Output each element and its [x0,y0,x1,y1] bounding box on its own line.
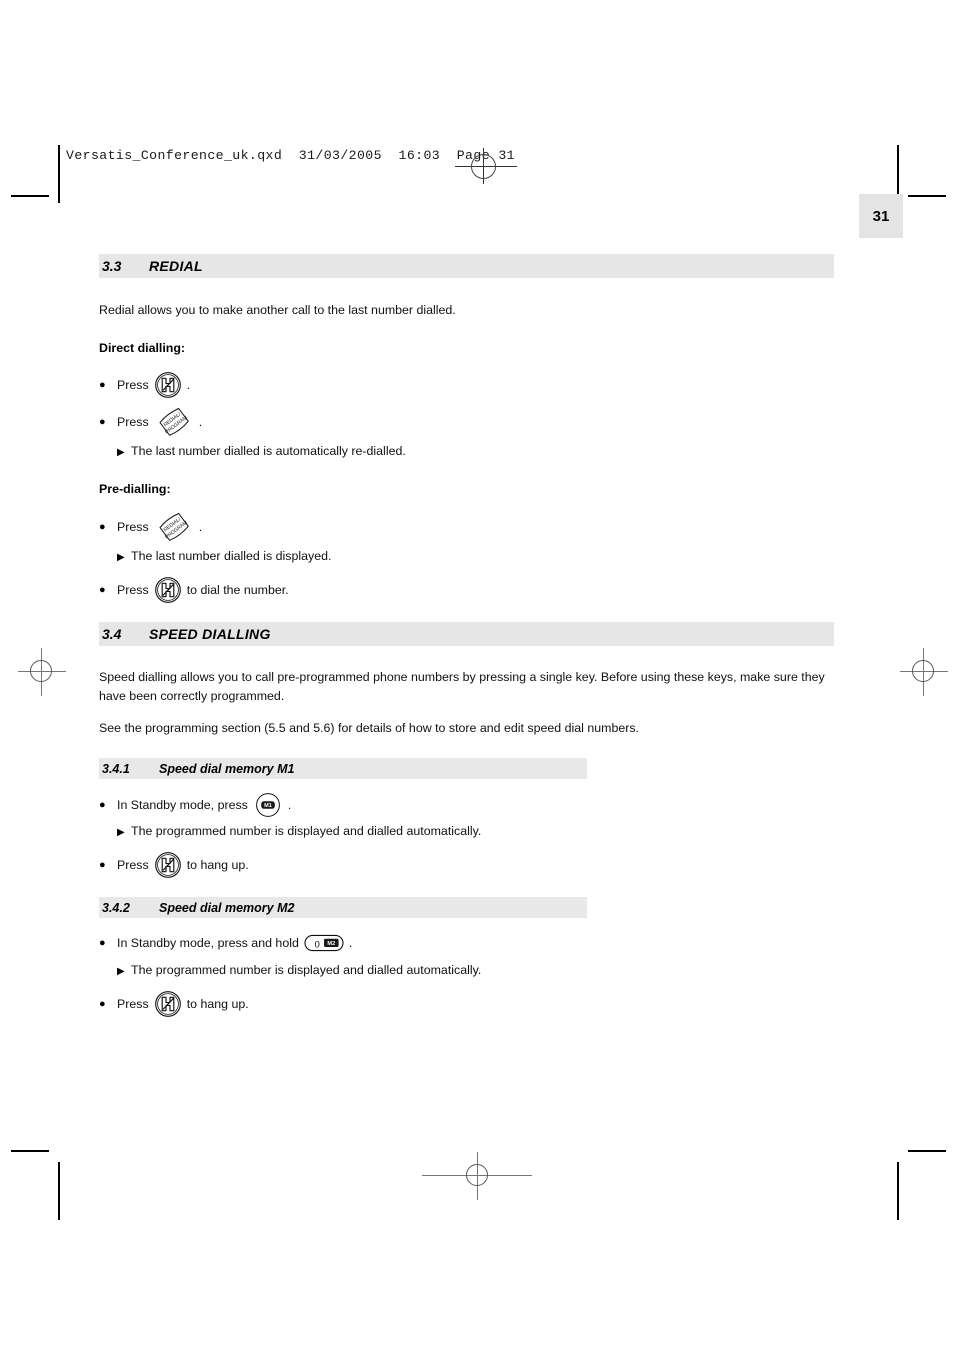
subsection-header-m2: 3.4.2 Speed dial memory M2 [99,897,587,918]
direct-dialling-heading: Direct dialling: [99,341,186,355]
registration-mark-left [18,648,66,696]
subsection-number: 3.4.1 [102,761,130,776]
step-m2-press-hold: ● In Standby mode, press and hold 0 M2 . [99,931,834,955]
result-text: The programmed number is displayed and d… [131,963,482,977]
registration-mark-left-circle [30,660,52,682]
step-suffix: . [186,378,191,392]
result-text: The last number dialled is automatically… [131,444,406,458]
svg-text:M1: M1 [264,803,272,809]
redial-intro-paragraph: Redial allows you to make another call t… [99,303,456,317]
subsection-number: 3.4.2 [102,900,130,915]
step-suffix: . [287,798,292,812]
header-registration-circle [471,154,496,179]
crop-mark-top-left-horizontal [11,195,49,197]
page-content: 3.3 REDIAL Redial allows you to make ano… [99,254,834,1017]
step-label: Press [117,520,149,534]
step-suffix: . [198,520,203,534]
step-pre-press-redial: ● Press REDIAL/ PROGRAM . [99,512,834,542]
arrow-glyph: ▶ [117,552,125,563]
step-label: In Standby mode, press [117,798,248,812]
arrow-glyph: ▶ [117,447,125,458]
step-label: Press [117,378,149,392]
step-label: Press [117,858,149,872]
redial-program-key-icon: REDIAL/ PROGRAM [154,404,194,440]
bullet-glyph: ● [99,858,106,871]
speed-dialling-paragraph-2: See the programming section (5.5 and 5.6… [99,721,639,735]
registration-mark-right [900,648,948,696]
step-suffix: . [348,936,353,950]
handset-key-icon [154,990,182,1018]
step-m1-hangup: ● Press to hang up. [99,852,834,878]
subsection-title: Speed dial memory M1 [159,761,295,776]
handset-key-icon [154,576,182,604]
bullet-glyph: ● [99,936,106,949]
handset-key-icon [154,851,182,879]
handset-key-icon [154,371,182,399]
crop-mark-bottom-right-horizontal [908,1150,946,1152]
step-direct-press-redial: ● Press REDIAL/ PROGRAM . [99,407,834,437]
m2-memory-key-icon: 0 M2 [304,933,344,953]
section-header-speed-dialling: 3.4 SPEED DIALLING [99,622,834,646]
m1-memory-key-icon: M1 [253,792,283,818]
bullet-glyph: ● [99,583,106,596]
step-pre-press-handset: ● Press to dial the number. [99,577,834,603]
section-number: 3.4 [102,626,122,642]
speed-dialling-paragraph-1: Speed dialling allows you to call pre-pr… [99,670,825,703]
step-suffix: to hang up. [186,858,249,872]
result-m1: ▶ The programmed number is displayed and… [99,824,834,841]
section-title: REDIAL [149,258,203,274]
registration-mark-bottom [422,1152,564,1200]
source-file-header: Versatis_Conference_uk.qxd 31/03/2005 16… [66,148,515,163]
redial-program-key-icon: REDIAL/ PROGRAM [154,509,194,545]
step-m2-hangup: ● Press to hang up. [99,991,834,1017]
crop-mark-bottom-left-vertical [58,1162,60,1220]
svg-text:M2: M2 [327,941,335,947]
result-pre-dialling: ▶ The last number dialled is displayed. [99,549,834,566]
pre-dialling-heading: Pre-dialling: [99,482,171,496]
step-suffix: to dial the number. [186,583,289,597]
step-suffix: to hang up. [186,997,249,1011]
step-label: Press [117,997,149,1011]
bullet-glyph: ● [99,378,106,391]
arrow-glyph: ▶ [117,827,125,838]
crop-mark-top-left-vertical [58,145,60,203]
step-m1-press: ● In Standby mode, press M1 . [99,792,834,818]
result-m2: ▶ The programmed number is displayed and… [99,963,834,980]
step-direct-press-handset: ● Press . [99,372,834,398]
step-label: Press [117,583,149,597]
subsection-title: Speed dial memory M2 [159,900,295,915]
subsection-header-m1: 3.4.1 Speed dial memory M1 [99,758,587,779]
bullet-glyph: ● [99,997,106,1010]
crop-mark-bottom-right-vertical [897,1162,899,1220]
result-text: The last number dialled is displayed. [131,549,332,563]
crop-mark-top-right-horizontal [908,195,946,197]
svg-text:0: 0 [314,939,319,950]
result-text: The programmed number is displayed and d… [131,824,482,838]
arrow-glyph: ▶ [117,966,125,977]
registration-mark-right-circle [912,660,934,682]
section-header-redial: 3.3 REDIAL [99,254,834,278]
registration-mark-bottom-circle [466,1164,488,1186]
step-label: In Standby mode, press and hold [117,936,299,950]
step-suffix: . [198,415,203,429]
bullet-glyph: ● [99,520,106,533]
crop-mark-bottom-left-horizontal [11,1150,49,1152]
bullet-glyph: ● [99,798,106,811]
section-title: SPEED DIALLING [149,626,271,642]
page-number-badge: 31 [859,194,903,238]
result-direct-redial: ▶ The last number dialled is automatical… [99,444,834,461]
section-number: 3.3 [102,258,122,274]
header-registration-mark [455,148,517,184]
bullet-glyph: ● [99,415,106,428]
step-label: Press [117,415,149,429]
